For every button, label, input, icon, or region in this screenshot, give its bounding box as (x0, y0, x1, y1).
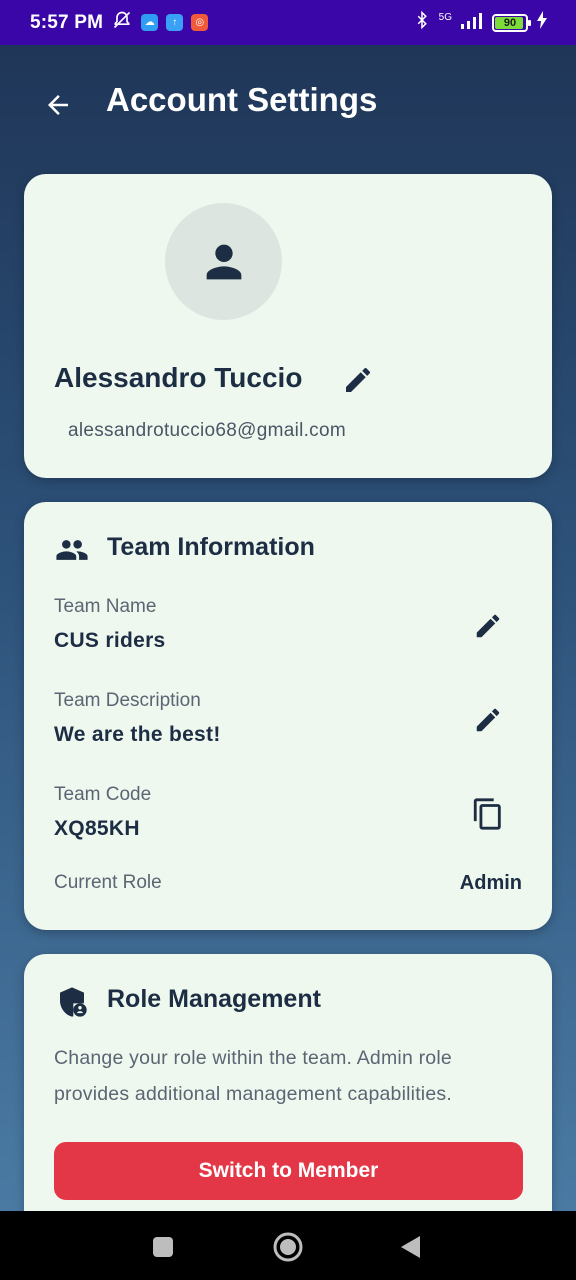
role-section-header (54, 984, 90, 1020)
signal-icon (460, 11, 484, 35)
top-app-bar: Account Settings (0, 45, 576, 163)
copy-team-code-button[interactable] (468, 794, 508, 834)
page-title: Account Settings (106, 81, 378, 118)
team-description-value: We are the best! (54, 723, 221, 746)
app-content: Account Settings Alessandro Tuccio aless… (0, 45, 576, 1211)
status-bar: 5:57 PM ☁ ↑ ◎ 5G 90 (0, 0, 576, 45)
group-icon (54, 532, 90, 568)
home-button[interactable] (268, 1227, 308, 1267)
role-management-card: Role Management Change your role within … (24, 954, 552, 1211)
avatar[interactable] (165, 203, 282, 320)
home-circle-icon (273, 1232, 303, 1262)
triangle-back-icon (401, 1236, 420, 1258)
back-nav-button[interactable] (391, 1227, 431, 1267)
network-type: 5G (438, 11, 452, 23)
team-info-card: Team Information Team Name CUS riders Te… (24, 502, 552, 930)
status-time: 5:57 PM (30, 11, 104, 33)
system-nav-bar (0, 1211, 576, 1280)
current-role-label: Current Role (54, 872, 162, 893)
person-icon (206, 244, 241, 279)
copy-icon (473, 798, 501, 830)
profile-email: alessandrotuccio68@gmail.com (68, 420, 346, 441)
team-section-header (54, 532, 90, 568)
team-section-title: Team Information (107, 533, 315, 561)
bluetooth-icon (413, 10, 431, 36)
profile-name: Alessandro Tuccio (54, 362, 303, 393)
upload-app-icon: ↑ (166, 14, 184, 31)
pencil-icon (476, 614, 500, 638)
team-description-label: Team Description (54, 690, 201, 711)
status-right: 5G 90 (413, 10, 548, 36)
role-description: Change your role within the team. Admin … (54, 1047, 452, 1105)
status-left: 5:57 PM ☁ ↑ ◎ (30, 10, 209, 36)
mute-icon (111, 10, 133, 36)
cloud-app-icon: ☁ (141, 14, 159, 31)
square-icon (153, 1237, 173, 1257)
recents-button[interactable] (143, 1227, 183, 1267)
edit-team-description-button[interactable] (468, 700, 508, 740)
pencil-icon (346, 367, 371, 392)
role-section-title: Role Management (107, 985, 321, 1013)
current-role-value: Admin (459, 872, 522, 894)
team-code-value: XQ85KH (54, 817, 140, 840)
edit-team-name-button[interactable] (468, 606, 508, 646)
battery-level: 90 (503, 16, 517, 29)
team-name-label: Team Name (54, 596, 157, 617)
arrow-left-icon (48, 95, 68, 115)
admin-shield-icon (54, 984, 90, 1020)
camera-app-icon: ◎ (191, 14, 209, 31)
charging-icon (536, 10, 548, 35)
edit-name-button[interactable] (340, 362, 376, 398)
team-name-value: CUS riders (54, 629, 166, 652)
switch-to-member-button[interactable]: Switch to Member (54, 1142, 523, 1200)
pencil-icon (476, 708, 500, 732)
team-code-label: Team Code (54, 784, 152, 805)
profile-card: Alessandro Tuccio alessandrotuccio68@gma… (24, 174, 552, 478)
back-button[interactable] (36, 83, 80, 127)
battery-icon: 90 (492, 13, 531, 32)
